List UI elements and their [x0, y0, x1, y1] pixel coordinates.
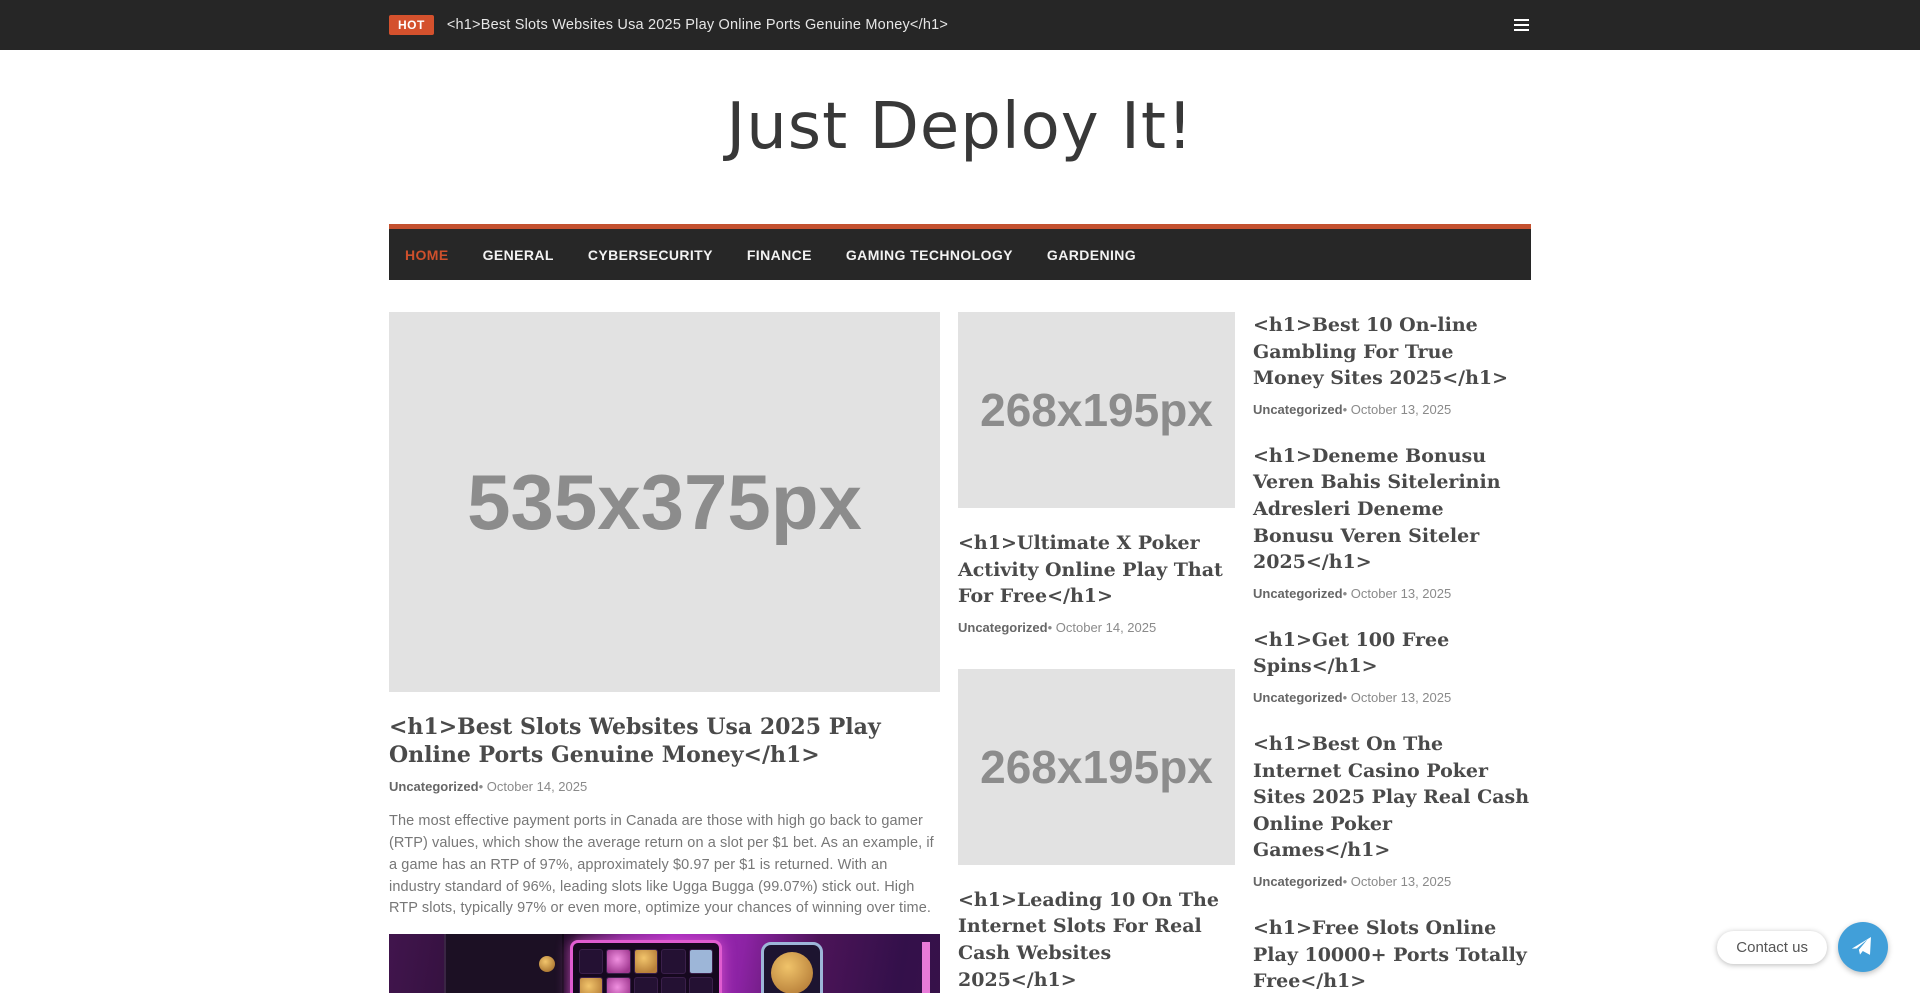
category-link[interactable]: Uncategorized: [1253, 690, 1343, 705]
chat-widget: Contact us: [1717, 922, 1888, 972]
article-title[interactable]: <h1>Free Slots Online Play 10000+ Ports …: [1253, 915, 1530, 993]
telegram-chat-button[interactable]: [1838, 922, 1888, 972]
secondary-column: 268x195px <h1>Ultimate X Poker Activity …: [958, 312, 1235, 993]
category-link[interactable]: Uncategorized: [958, 620, 1048, 635]
article-meta: Uncategorized• October 13, 2025: [1253, 586, 1530, 601]
masthead: Just Deploy It!: [0, 50, 1920, 224]
meta-separator: •: [479, 779, 484, 794]
article-title[interactable]: <h1>Ultimate X Poker Activity Online Pla…: [958, 530, 1235, 610]
telegram-plane-icon: [1847, 932, 1876, 961]
featured-post-meta: Uncategorized• October 14, 2025: [389, 779, 940, 794]
gold-coin: [771, 952, 813, 993]
post-date: October 13, 2025: [1351, 586, 1451, 601]
nav-item-home[interactable]: HOME: [405, 247, 466, 263]
secondary-article: 268x195px <h1>Leading 10 On The Internet…: [958, 669, 1235, 993]
hamburger-bar: [1514, 19, 1529, 22]
article-meta: Uncategorized• October 13, 2025: [1253, 874, 1530, 889]
contact-us-button[interactable]: Contact us: [1717, 931, 1827, 964]
latest-post-item: <h1>Deneme Bonusu Veren Bahis Sitelerini…: [1253, 443, 1530, 601]
nav-item-general[interactable]: GENERAL: [466, 247, 571, 263]
main-navigation: HOME GENERAL CYBERSECURITY FINANCE GAMIN…: [389, 224, 1531, 280]
top-bar: HOT <h1>Best Slots Websites Usa 2025 Pla…: [0, 0, 1920, 50]
article-image-placeholder[interactable]: 268x195px: [958, 312, 1235, 508]
featured-column: 535x375px <h1>Best Slots Websites Usa 20…: [389, 312, 940, 993]
post-date: October 13, 2025: [1351, 690, 1451, 705]
meta-separator: •: [1343, 874, 1348, 889]
meta-separator: •: [1048, 620, 1053, 635]
top-bar-inner: HOT <h1>Best Slots Websites Usa 2025 Pla…: [389, 0, 1531, 50]
post-date: October 13, 2025: [1351, 402, 1451, 417]
category-link[interactable]: Uncategorized: [389, 779, 479, 794]
latest-post-item: <h1>Best 10 On-line Gambling For True Mo…: [1253, 312, 1530, 417]
featured-image-placeholder[interactable]: 535x375px: [389, 312, 940, 692]
hamburger-bar: [1514, 29, 1529, 32]
meta-separator: •: [1343, 402, 1348, 417]
article-meta: Uncategorized• October 13, 2025: [1253, 402, 1530, 417]
nav-item-gaming-technology[interactable]: GAMING TECHNOLOGY: [829, 247, 1030, 263]
article-meta: Uncategorized• October 14, 2025: [958, 620, 1235, 635]
category-link[interactable]: Uncategorized: [1253, 586, 1343, 601]
category-link[interactable]: Uncategorized: [1253, 874, 1343, 889]
hamburger-menu-icon[interactable]: [1512, 12, 1531, 38]
post-date: October 13, 2025: [1351, 874, 1451, 889]
article-title[interactable]: <h1>Get 100 Free Spins</h1>: [1253, 627, 1530, 680]
article-title[interactable]: <h1>Deneme Bonusu Veren Bahis Sitelerini…: [1253, 443, 1530, 576]
article-meta: Uncategorized• October 13, 2025: [1253, 690, 1530, 705]
nav-item-cybersecurity[interactable]: CYBERSECURITY: [571, 247, 730, 263]
site-title[interactable]: Just Deploy It!: [726, 90, 1193, 164]
article-title[interactable]: <h1>Best 10 On-line Gambling For True Mo…: [1253, 312, 1530, 392]
nav-item-finance[interactable]: FINANCE: [730, 247, 829, 263]
category-link[interactable]: Uncategorized: [1253, 402, 1343, 417]
slots-coin-tile: [761, 942, 823, 993]
slots-image-detail: [922, 942, 930, 993]
secondary-article: 268x195px <h1>Ultimate X Poker Activity …: [958, 312, 1235, 635]
featured-post-title[interactable]: <h1>Best Slots Websites Usa 2025 Play On…: [389, 714, 940, 769]
hot-badge: HOT: [389, 15, 434, 35]
slots-reels-panel: [570, 940, 722, 993]
content-grid: 535x375px <h1>Best Slots Websites Usa 20…: [389, 312, 1531, 993]
article-image-placeholder[interactable]: 268x195px: [958, 669, 1235, 865]
meta-separator: •: [1343, 586, 1348, 601]
latest-post-item: <h1>Free Slots Online Play 10000+ Ports …: [1253, 915, 1530, 993]
ticker-headline-link[interactable]: <h1>Best Slots Websites Usa 2025 Play On…: [447, 17, 948, 33]
post-date: October 14, 2025: [487, 779, 587, 794]
slots-game-image[interactable]: [389, 934, 940, 993]
latest-posts-column: <h1>Best 10 On-line Gambling For True Mo…: [1253, 312, 1530, 993]
article-title[interactable]: <h1>Leading 10 On The Internet Slots For…: [958, 887, 1235, 993]
post-date: October 14, 2025: [1056, 620, 1156, 635]
hamburger-bar: [1514, 24, 1529, 27]
meta-separator: •: [1343, 690, 1348, 705]
latest-post-item: <h1>Get 100 Free Spins</h1> Uncategorize…: [1253, 627, 1530, 705]
latest-post-item: <h1>Best On The Internet Casino Poker Si…: [1253, 731, 1530, 889]
article-title[interactable]: <h1>Best On The Internet Casino Poker Si…: [1253, 731, 1530, 864]
featured-post-excerpt: The most effective payment ports in Cana…: [389, 811, 940, 920]
nav-item-gardening[interactable]: GARDENING: [1030, 247, 1153, 263]
